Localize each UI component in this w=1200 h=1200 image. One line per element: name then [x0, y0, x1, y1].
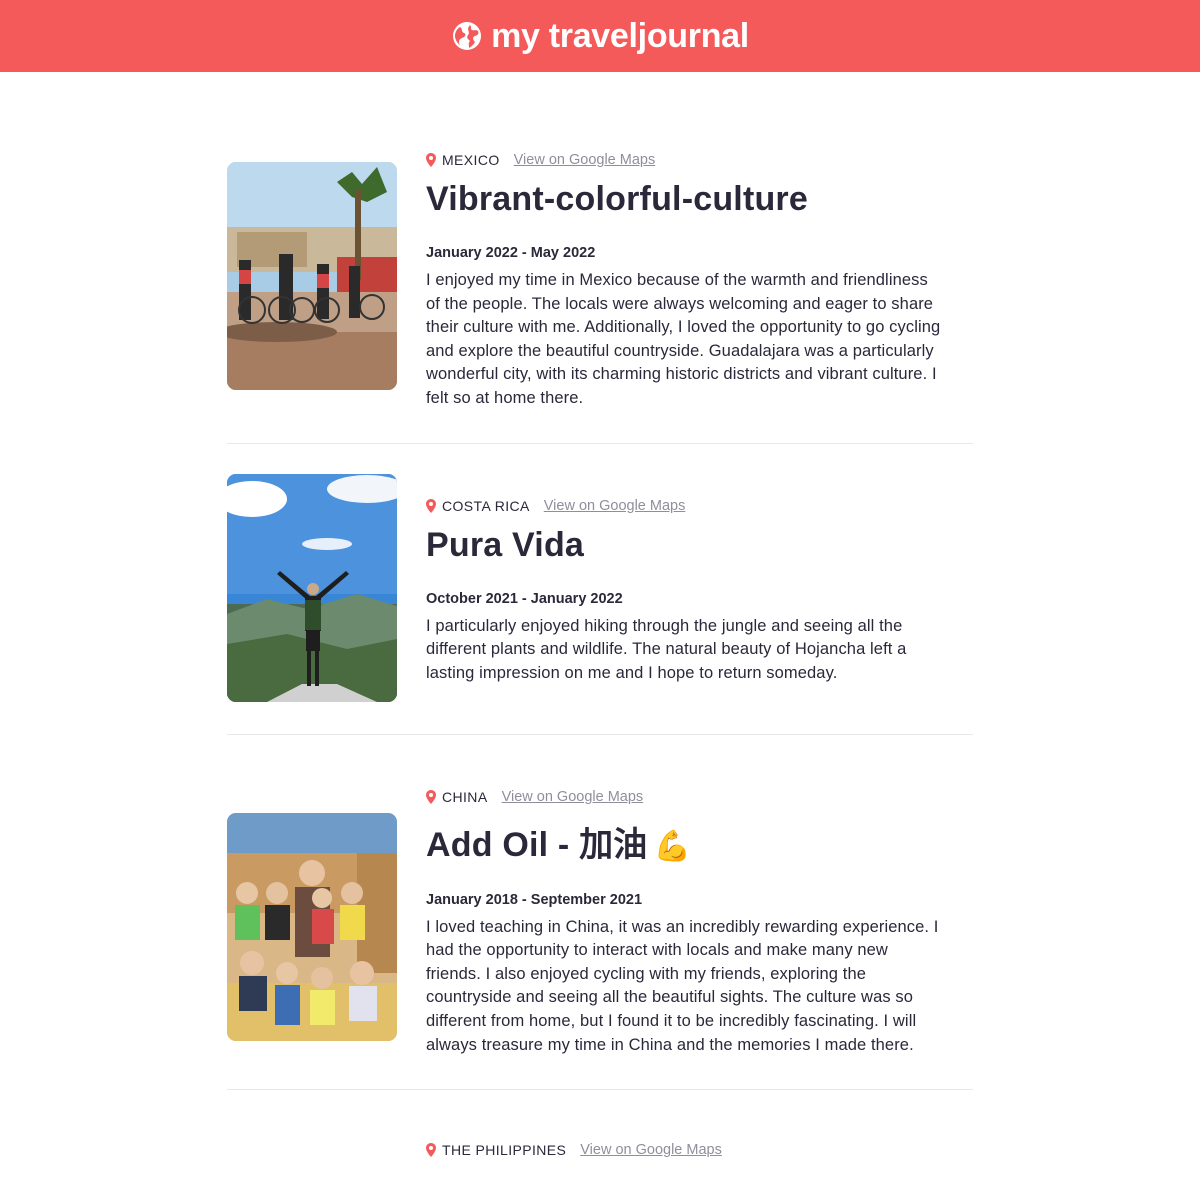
entry-photo: [227, 162, 397, 390]
entry-country: MEXICO: [442, 152, 500, 168]
entry-description: I particularly enjoyed hiking through th…: [426, 616, 907, 682]
app-header: my traveljournal: [0, 0, 1200, 72]
entry-title: Pura Vida: [426, 525, 585, 564]
google-maps-link[interactable]: View on Google Maps: [544, 498, 686, 514]
entry-title-text: Add Oil - 加油: [426, 825, 648, 864]
entry-photo: [227, 812, 397, 1041]
entry-title: Add Oil - 加油 💪: [426, 817, 973, 866]
entry-location: MEXICO View on Google Maps: [426, 152, 973, 168]
app-title: my traveljournal: [491, 16, 749, 55]
google-maps-link[interactable]: View on Google Maps: [514, 152, 656, 168]
entry-country: COSTA RICA: [442, 497, 530, 514]
entry-photo: [227, 473, 397, 702]
globe-icon: [453, 22, 482, 50]
entry-dates: October 2021 - January 2022: [426, 590, 623, 607]
entry-dates: January 2022 - May 2022: [426, 245, 596, 261]
entry-country: THE PHILIPPINES: [442, 1142, 567, 1159]
google-maps-link[interactable]: View on Google Maps: [502, 789, 644, 805]
entry-description: I loved teaching in China, it was an inc…: [426, 917, 939, 1054]
entry-title: Vibrant-colorful-culture: [426, 180, 808, 218]
entry-location: THE PHILIPPINES View on Google Maps: [426, 1142, 973, 1158]
journal-entry: COSTA RICA View on Google Maps Pura Vida…: [227, 473, 973, 735]
location-pin-icon: [426, 789, 436, 804]
entry-description: I enjoyed my time in Mexico because of t…: [426, 271, 941, 407]
location-pin-icon: [426, 1143, 436, 1158]
google-maps-link[interactable]: View on Google Maps: [580, 1142, 722, 1158]
entry-location: COSTA RICA View on Google Maps: [426, 498, 973, 514]
journal-entry: MEXICO View on Google Maps Vibrant-color…: [227, 144, 973, 444]
journal-entry: CHINA View on Google Maps Add Oil - 加油 💪 …: [227, 765, 973, 1091]
location-pin-icon: [426, 153, 436, 167]
location-pin-icon: [426, 498, 436, 513]
entry-location: CHINA View on Google Maps: [426, 789, 973, 805]
entry-dates: January 2018 - September 2021: [426, 891, 643, 908]
flexed-biceps-icon: 💪: [653, 829, 692, 863]
journal-entry: THE PHILIPPINES View on Google Maps: [227, 1120, 973, 1190]
journal-list: MEXICO View on Google Maps Vibrant-color…: [227, 72, 973, 1190]
entry-country: CHINA: [442, 788, 488, 805]
